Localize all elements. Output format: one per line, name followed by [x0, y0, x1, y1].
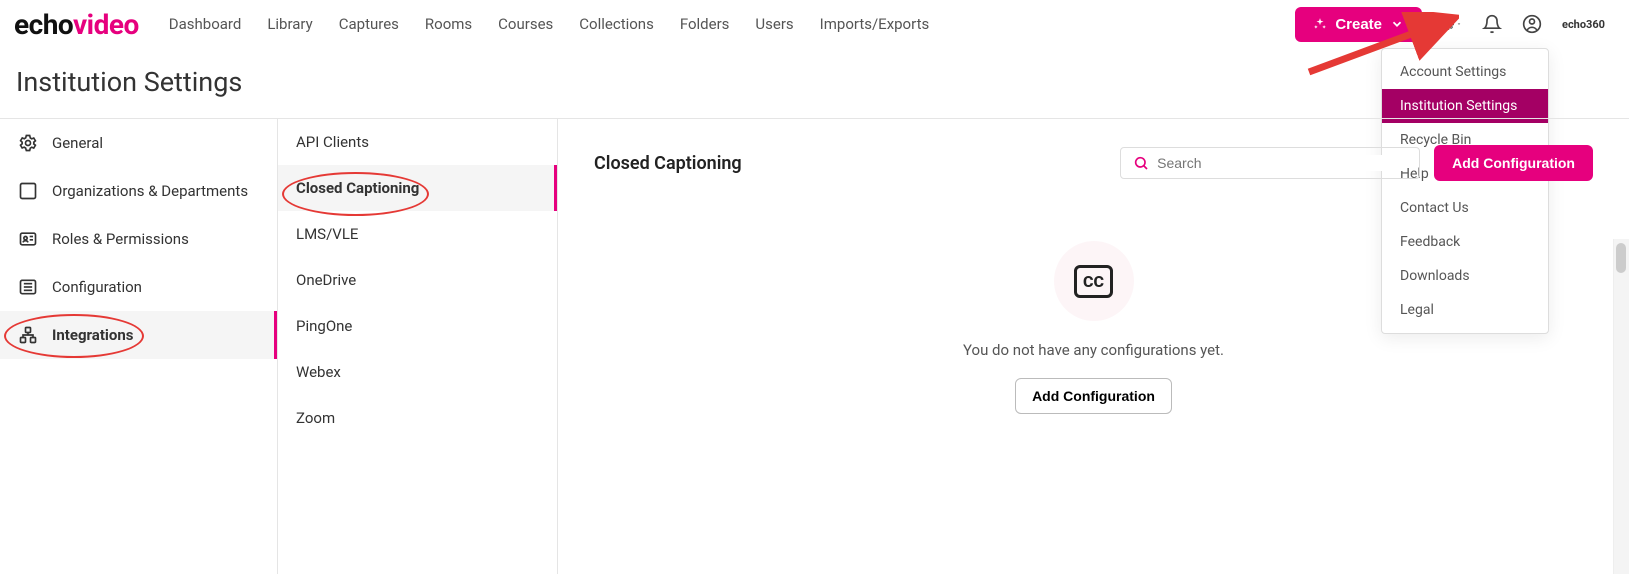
sidebar-item-roles[interactable]: Roles & Permissions: [0, 215, 277, 263]
nav-links: Dashboard Library Captures Rooms Courses…: [169, 15, 1296, 33]
nav-rooms[interactable]: Rooms: [425, 15, 472, 33]
subnav-webex[interactable]: Webex: [278, 349, 557, 395]
add-configuration-button-top[interactable]: Add Configuration: [1434, 145, 1593, 181]
add-configuration-button[interactable]: Add Configuration: [1015, 378, 1172, 414]
search-box[interactable]: [1120, 147, 1420, 179]
subnav-zoom[interactable]: Zoom: [278, 395, 557, 441]
subnav-closed-captioning[interactable]: Closed Captioning: [278, 165, 557, 211]
sidebar-item-general[interactable]: General: [0, 119, 277, 167]
sliders-icon: [18, 277, 38, 297]
sidebar-item-label: Integrations: [52, 326, 133, 344]
closed-caption-icon: CC: [1074, 265, 1113, 298]
cc-badge: CC: [1054, 241, 1134, 321]
nav-captures[interactable]: Captures: [339, 15, 399, 33]
search-icon: [1133, 155, 1149, 171]
building-icon: [18, 181, 38, 201]
id-card-icon: [18, 229, 38, 249]
scrollbar[interactable]: [1613, 239, 1629, 574]
content-area: Closed Captioning Add Configuration CC Y…: [558, 119, 1629, 574]
content-title: Closed Captioning: [594, 153, 742, 174]
nav-folders[interactable]: Folders: [680, 15, 730, 33]
content-header: Closed Captioning Add Configuration: [594, 145, 1593, 181]
user-circle-icon: [1522, 14, 1542, 34]
content-header-right: Add Configuration: [1120, 145, 1593, 181]
sidebar-item-integrations[interactable]: Integrations: [0, 311, 277, 359]
topbar-right: echo360 Account Settings Institution Set…: [1442, 14, 1605, 34]
main-area: General Organizations & Departments Role…: [0, 118, 1629, 574]
sidebar-item-label: Roles & Permissions: [52, 230, 189, 248]
org-tag: echo360: [1562, 18, 1605, 31]
brand-logo[interactable]: echovideo: [14, 8, 139, 41]
integrations-icon: [18, 325, 38, 345]
sidebar-item-configuration[interactable]: Configuration: [0, 263, 277, 311]
nav-dashboard[interactable]: Dashboard: [169, 15, 242, 33]
notifications-button[interactable]: [1482, 14, 1502, 34]
sidebar-item-label: Organizations & Departments: [52, 182, 248, 200]
sidebar-item-label: Configuration: [52, 278, 142, 296]
bell-icon: [1482, 14, 1502, 34]
sidebar-item-label: General: [52, 134, 103, 152]
subnav-onedrive[interactable]: OneDrive: [278, 257, 557, 303]
empty-text: You do not have any configurations yet.: [963, 339, 1224, 362]
subnav-lms-vle[interactable]: LMS/VLE: [278, 211, 557, 257]
subnav-api-clients[interactable]: API Clients: [278, 119, 557, 165]
nav-courses[interactable]: Courses: [498, 15, 553, 33]
brand-part1: echo: [14, 8, 73, 41]
integrations-sidebar: API Clients Closed Captioning LMS/VLE On…: [278, 119, 558, 574]
empty-state: CC You do not have any configurations ye…: [594, 241, 1593, 414]
sidebar-item-organizations[interactable]: Organizations & Departments: [0, 167, 277, 215]
account-button[interactable]: [1522, 14, 1542, 34]
annotation-arrow: [1299, 12, 1459, 82]
subnav-pingone[interactable]: PingOne: [278, 303, 557, 349]
brand-part2: video: [73, 8, 139, 41]
search-input[interactable]: [1157, 155, 1407, 171]
nav-collections[interactable]: Collections: [579, 15, 654, 33]
nav-users[interactable]: Users: [755, 15, 793, 33]
settings-sidebar: General Organizations & Departments Role…: [0, 119, 278, 574]
gear-icon: [18, 133, 38, 153]
nav-library[interactable]: Library: [267, 15, 312, 33]
nav-imports-exports[interactable]: Imports/Exports: [820, 15, 930, 33]
scrollbar-thumb[interactable]: [1616, 243, 1626, 273]
